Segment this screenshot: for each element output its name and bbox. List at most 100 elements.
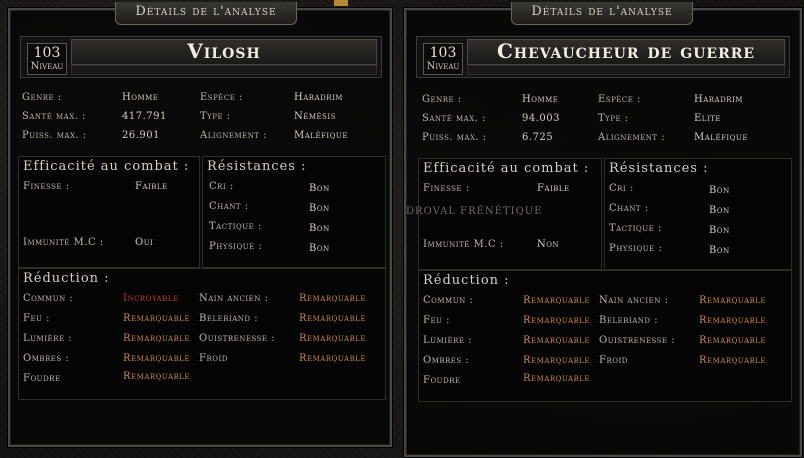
commun-label: Commun : [423,295,474,306]
analysis-window-vilosh[interactable]: Détails de l'analyse 103 Niveau Vilosh G… [8,2,392,447]
stat-label-align: Alignement : [200,130,268,141]
stat-value-genre: Homme [122,92,159,103]
name-underbar [467,65,785,75]
level-label: Niveau [30,61,64,72]
resist-title: Résistances : [207,159,307,174]
stat-label-puiss: Puiss. max. : [422,132,487,143]
ombres-label: Ombres : [23,353,70,364]
nain-label: Nain ancien : [599,295,669,306]
ouist-value: Remarquable [299,333,367,344]
immunite-value: Non [537,239,560,250]
target-name: Vilosh [71,39,377,65]
ombres-value: Remarquable [123,353,191,364]
stat-value-type: Elite [694,113,721,124]
ouist-label: Ouistrenesse : [199,333,276,344]
cri-label: Cri : [609,183,634,194]
chant-value: Bon [309,203,330,214]
reduction-section: Réduction : Commun : Remarquable Feu : R… [418,270,792,402]
target-header: 103 Niveau Chevaucheur de guerre [416,36,790,78]
chant-value: Bon [709,205,730,216]
stat-label-align: Alignement : [598,132,666,143]
stat-label-sante: Santé max. : [422,113,486,124]
target-name: Chevaucheur de guerre [467,39,785,65]
physique-label: Physique : [609,243,663,254]
beleriand-label: Beleriand : [199,313,259,324]
ombres-value: Remarquable [523,355,591,366]
analysis-window-chevaucheur[interactable]: Détails de l'analyse 103 Niveau Chevauch… [404,2,802,457]
stat-label-espece: Espèce : [598,94,641,105]
stat-label-type: Type : [200,111,231,122]
stat-value-espece: Haradrim [294,92,343,103]
stat-label-sante: Santé max. : [22,111,86,122]
stat-value-sante: 417.791 [122,111,167,122]
nain-label: Nain ancien : [199,293,269,304]
commun-value: Incroyable [123,293,179,304]
immunite-label: Immunité M.C : [23,237,104,248]
immunite-value: Oui [135,237,154,248]
level-box: 103 Niveau [27,43,67,75]
top-arrow-icon [334,0,348,6]
stat-value-espece: Haradrim [694,94,743,105]
lumiere-value: Remarquable [523,335,591,346]
physique-value: Bon [309,243,330,254]
froid-label: Froid [199,353,228,364]
window-title[interactable]: Détails de l'analyse [511,2,693,25]
stat-label-type: Type : [598,113,629,124]
reduction-section: Réduction : Commun : Incroyable Feu : Re… [18,268,386,400]
stat-label-genre: Genre : [422,94,462,105]
ouist-label: Ouistrenesse : [599,335,676,346]
window-title[interactable]: Détails de l'analyse [115,2,297,25]
tactique-value: Bon [309,223,330,234]
level-value: 103 [429,45,457,61]
finesse-label: Finesse : [423,183,470,194]
ouist-value: Remarquable [699,335,767,346]
froid-label: Froid [599,355,628,366]
froid-value: Remarquable [299,353,367,364]
physique-value: Bon [709,245,730,256]
stat-label-puiss: Puiss. max. : [22,130,87,141]
commun-label: Commun : [23,293,74,304]
cri-label: Cri : [209,181,234,192]
reduction-title: Réduction : [423,273,510,288]
stat-value-type: Némésis [294,111,336,122]
level-label: Niveau [426,61,460,72]
resist-section: Résistances : Cri : Bon Chant : Bon Tact… [202,156,386,268]
stat-label-genre: Genre : [22,92,62,103]
feu-value: Remarquable [123,313,191,324]
level-box: 103 Niveau [423,43,463,75]
combat-section: Efficacité au combat : Finesse : Faible … [18,156,200,268]
physique-label: Physique : [209,241,263,252]
stat-value-genre: Homme [522,94,559,105]
beleriand-label: Beleriand : [599,315,659,326]
stat-value-puiss: 6.725 [522,132,554,143]
lumiere-label: Lumière : [23,333,73,344]
stat-value-puiss: 26.901 [122,130,160,141]
commun-value: Remarquable [523,295,591,306]
foudre-label: Foudre [423,375,461,386]
tactique-label: Tactique : [209,221,262,232]
cri-value: Bon [709,185,730,196]
ombres-label: Ombres : [423,355,470,366]
lumiere-label: Lumière : [423,335,473,346]
immunite-label: Immunité M.C : [423,239,504,250]
feu-label: Feu : [23,313,50,324]
nain-value: Remarquable [299,293,367,304]
name-underbar [71,65,377,75]
level-value: 103 [33,45,61,61]
stat-value-align: Maléfique [294,130,348,141]
foudre-value: Remarquable [523,373,591,384]
finesse-value: Faible [537,183,570,194]
beleriand-value: Remarquable [299,313,367,324]
combat-title: Efficacité au combat : [423,161,590,176]
finesse-value: Faible [135,181,168,192]
foudre-value: Remarquable [123,371,191,382]
combat-title: Efficacité au combat : [23,159,190,174]
foudre-label: Foudre [23,373,61,384]
finesse-label: Finesse : [23,181,70,192]
stat-value-align: Maléfique [694,132,748,143]
chant-label: Chant : [609,203,649,214]
stat-value-sante: 94.003 [522,113,560,124]
tactique-value: Bon [709,225,730,236]
froid-value: Remarquable [699,355,767,366]
chant-label: Chant : [209,201,249,212]
